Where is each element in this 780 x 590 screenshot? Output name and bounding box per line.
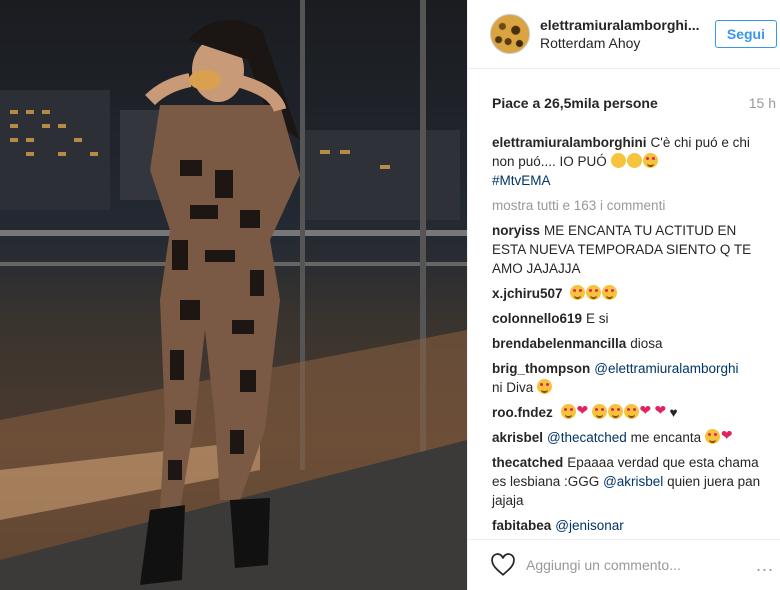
location-link[interactable]: Rotterdam Ahoy [540, 34, 715, 52]
post-photo[interactable] [0, 0, 467, 590]
comment-item: roo.fndez ♥ [492, 401, 766, 422]
comment-item: brendabelenmancilla diosa [492, 334, 766, 353]
likes-count[interactable]: Piace a 26,5mila persone [492, 95, 658, 111]
more-options-icon[interactable]: ... [756, 555, 774, 576]
comments-list: elettramiuralamborghini C'è chi puó e chi… [492, 133, 766, 541]
heart-eyes-emoji-icon [607, 404, 623, 419]
heart-eyes-emoji-icon [591, 404, 607, 419]
comment-item: brig_thompson @elettramiuralamborghi ni D… [492, 359, 766, 397]
comment-username[interactable]: brig_thompson [492, 361, 590, 376]
muscle-emoji-icon [610, 153, 626, 168]
heart-icon [655, 401, 669, 420]
comment-item: fabitabea @jenisonar [492, 516, 766, 535]
username-link[interactable]: elettramiuralamborghi... [540, 16, 715, 34]
post-time[interactable]: 15 h [749, 95, 776, 111]
add-comment-input[interactable]: Aggiungi un commento... [526, 557, 756, 573]
follow-button[interactable]: Segui [714, 20, 777, 48]
comment-item: thecatched Epaaaa verdad que esta chama e… [492, 453, 766, 510]
comment-bar: Aggiungi un commento... ... [468, 539, 780, 590]
comment-username[interactable]: brendabelenmancilla [492, 336, 626, 351]
comment-username[interactable]: x.jchiru507 [492, 286, 563, 301]
heart-eyes-emoji-icon [570, 285, 586, 300]
photo-illustration [0, 0, 467, 590]
crown-emoji-icon [626, 153, 642, 168]
heart-icon [577, 401, 591, 420]
heart-eyes-emoji-icon [602, 285, 618, 300]
comment-text: ♥ [669, 405, 678, 420]
comment-username[interactable]: fabitabea [492, 518, 551, 533]
post-meta: Piace a 26,5mila persone 15 h [468, 69, 780, 111]
comment-item: noryiss ME ENCANTA TU ACTITUD EN ESTA NUE… [492, 221, 766, 278]
comment-username[interactable]: roo.fndez [492, 405, 553, 420]
post-header: elettramiuralamborghi... Rotterdam Ahoy … [468, 0, 780, 69]
heart-eyes-emoji-icon [586, 285, 602, 300]
like-heart-icon[interactable] [490, 553, 516, 577]
comment-text: ni Diva [492, 380, 534, 395]
comment-item: x.jchiru507 [492, 284, 766, 303]
comment-mention[interactable]: @akrisbel [603, 474, 663, 489]
heart-eyes-emoji-icon [537, 379, 553, 394]
heart-eyes-emoji-icon [704, 429, 720, 444]
heart-icon [721, 426, 735, 445]
avatar[interactable] [490, 14, 530, 54]
caption: elettramiuralamborghini C'è chi puó e chi… [492, 133, 766, 190]
post-sidebar: elettramiuralamborghi... Rotterdam Ahoy … [467, 0, 780, 590]
caption-username[interactable]: elettramiuralamborghini [492, 135, 647, 150]
user-info: elettramiuralamborghi... Rotterdam Ahoy [540, 16, 715, 52]
comment-mention[interactable]: @elettramiuralamborghi [594, 361, 738, 376]
comment-item: colonnello619 E si [492, 309, 766, 328]
hashtag-link[interactable]: #MtvEMA [492, 173, 551, 188]
comment-item: akrisbel @thecatched me encanta [492, 426, 766, 447]
heart-icon [640, 401, 654, 420]
comment-text: diosa [630, 336, 663, 351]
heart-eyes-emoji-icon [560, 404, 576, 419]
comment-text: E si [586, 311, 609, 326]
show-all-comments-link[interactable]: mostra tutti e 163 i commenti [492, 196, 766, 215]
comment-username[interactable]: noryiss [492, 223, 540, 238]
comment-text: me encanta [630, 430, 702, 445]
heart-eyes-emoji-icon [623, 404, 639, 419]
comment-username[interactable]: thecatched [492, 455, 563, 470]
comment-mention[interactable]: @jenisonar [555, 518, 624, 533]
comment-username[interactable]: colonnello619 [492, 311, 582, 326]
laughing-emoji-icon [642, 153, 658, 168]
comment-username[interactable]: akrisbel [492, 430, 543, 445]
comment-mention[interactable]: @thecatched [547, 430, 627, 445]
